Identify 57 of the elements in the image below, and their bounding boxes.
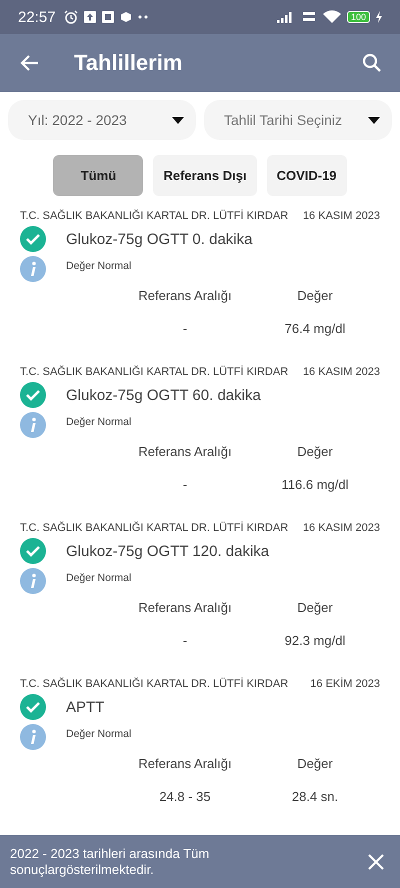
search-icon[interactable] <box>362 53 382 73</box>
alarm-icon <box>64 10 78 24</box>
result-value: 116.6 mg/dl <box>280 477 350 492</box>
cube-icon <box>120 11 132 23</box>
screen-title: Tahlillerim <box>74 50 184 76</box>
info-icon[interactable] <box>20 724 46 750</box>
info-icon[interactable] <box>20 568 46 594</box>
column-label: Değer <box>296 756 334 771</box>
result-date: 16 KASIM 2023 <box>302 366 380 378</box>
wifi-icon <box>322 10 341 24</box>
result-status: Değer Normal <box>66 416 132 428</box>
test-name: Glukoz-75g OGTT 120. dakika <box>66 542 270 560</box>
result-value: 92.3 mg/dl <box>284 633 346 648</box>
charging-icon <box>376 11 382 23</box>
reference-range: - <box>182 633 188 648</box>
filter-tab[interactable]: Referans Dışı <box>153 155 257 196</box>
hospital-name: T.C. SAĞLIK BAKANLIĞI KARTAL DR. LÜTFİ KIRDAR <box>20 522 288 534</box>
filter-tab[interactable]: COVID-19 <box>266 155 347 196</box>
result-status: Değer Normal <box>66 728 132 740</box>
result-date: 16 EKİM 2023 <box>310 678 380 690</box>
result-value: 76.4 mg/dl <box>284 321 346 336</box>
column-label: Referans Aralığı <box>137 756 233 771</box>
test-name: APTT <box>66 698 104 716</box>
column-label: Değer <box>296 600 334 615</box>
test-name: Glukoz-75g OGTT 60. dakika <box>66 386 261 404</box>
caret-icon <box>172 116 184 124</box>
info-icon[interactable] <box>20 256 46 282</box>
result-date: 16 KASIM 2023 <box>302 522 380 534</box>
close-icon[interactable] <box>368 854 384 870</box>
caret-icon <box>368 116 380 124</box>
snackbar-message: 2022 - 2023 tarihleri arasında Tüm sonuçlargösterilmektedir. <box>10 846 210 878</box>
hospital-name: T.C. SAĞLIK BAKANLIĞI KARTAL DR. LÜTFİ KIRDAR <box>20 210 288 222</box>
clock: 22:57 <box>18 8 56 26</box>
dropdown[interactable]: Yıl: 2022 - 2023 <box>8 100 196 140</box>
dropdown[interactable]: Tahlil Tarihi Seçiniz <box>204 100 392 140</box>
column-label: Değer <box>296 444 334 459</box>
result-date: 16 KASIM 2023 <box>302 210 380 222</box>
column-label: Referans Aralığı <box>137 600 233 615</box>
more-icon <box>138 15 148 19</box>
battery-icon: 100 <box>346 11 370 23</box>
filter-tab[interactable]: Tümü <box>53 155 144 196</box>
app-icon <box>102 11 114 23</box>
column-label: Değer <box>296 288 334 303</box>
back-icon[interactable] <box>20 53 40 73</box>
hospital-name: T.C. SAĞLIK BAKANLIĞI KARTAL DR. LÜTFİ KIRDAR <box>20 678 288 690</box>
column-label: Referans Aralığı <box>137 288 233 303</box>
result-status: Değer Normal <box>66 572 132 584</box>
info-icon[interactable] <box>20 412 46 438</box>
reference-range: 24.8 - 35 <box>158 789 212 804</box>
upload-icon <box>84 11 96 23</box>
reference-range: - <box>182 321 188 336</box>
test-name: Glukoz-75g OGTT 0. dakika <box>66 230 252 248</box>
reference-range: - <box>182 477 188 492</box>
result-status: Değer Normal <box>66 260 132 272</box>
result-value: 28.4 sn. <box>290 789 340 804</box>
column-label: Referans Aralığı <box>137 444 233 459</box>
hospital-name: T.C. SAĞLIK BAKANLIĞI KARTAL DR. LÜTFİ KIRDAR <box>20 366 288 378</box>
